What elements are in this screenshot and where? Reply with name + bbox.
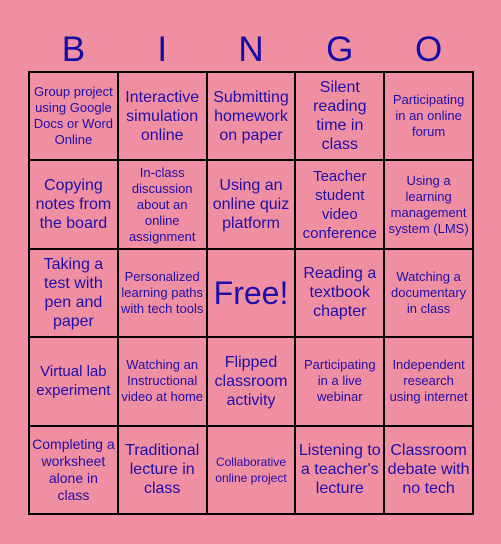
bingo-cell[interactable]: Participating in a live webinar (296, 338, 384, 425)
bingo-cell[interactable]: Reading a textbook chapter (296, 249, 384, 337)
bingo-cell[interactable]: Group project using Google Docs or Word … (30, 73, 117, 160)
bingo-cell[interactable]: Flipped classroom activity (207, 338, 295, 425)
header-letter-n: N (238, 30, 264, 69)
bingo-cell[interactable]: Participating in an online forum (385, 73, 472, 160)
bingo-cell[interactable]: Completing a worksheet alone in class (30, 426, 117, 513)
bingo-cell[interactable]: Watching a documentary in class (385, 249, 472, 337)
bingo-cell[interactable]: Collaborative online project (207, 426, 295, 513)
header-letter-o: O (414, 30, 443, 69)
bingo-cell[interactable]: Listening to a teacher's lecture (296, 426, 384, 513)
bingo-cell[interactable]: Independent research using internet (385, 338, 472, 425)
bingo-cell[interactable]: Using an online quiz platform (207, 161, 295, 248)
bingo-cell[interactable]: Submitting homework on paper (207, 73, 295, 160)
bingo-board: Group project using Google Docs or Word … (28, 71, 474, 515)
bingo-cell[interactable]: Teacher student video conference (296, 161, 384, 248)
bingo-cell[interactable]: Traditional lecture in class (118, 426, 206, 513)
bingo-cell[interactable]: Taking a test with pen and paper (30, 249, 117, 337)
bingo-cell[interactable]: Watching an Instructional video at home (118, 338, 206, 425)
header-letter-i: I (157, 30, 168, 69)
bingo-cell[interactable]: Personalized learning paths with tech to… (118, 249, 206, 337)
bingo-cell[interactable]: Classroom debate with no tech (385, 426, 472, 513)
header-letter-b: B (61, 30, 86, 69)
bingo-cell[interactable]: Virtual lab experiment (30, 338, 117, 425)
bingo-cell[interactable]: Using a learning management system (LMS) (385, 161, 472, 248)
free-space-cell[interactable]: Free! (207, 249, 295, 337)
bingo-cell[interactable]: Copying notes from the board (30, 161, 117, 248)
bingo-cell[interactable]: Silent reading time in class (296, 73, 384, 160)
header-letter-g: G (326, 30, 354, 69)
bingo-cell[interactable]: Interactive simulation online (118, 73, 206, 160)
bingo-cell[interactable]: In-class discussion about an online assi… (118, 161, 206, 248)
bingo-header: B I N G O (29, 30, 473, 70)
